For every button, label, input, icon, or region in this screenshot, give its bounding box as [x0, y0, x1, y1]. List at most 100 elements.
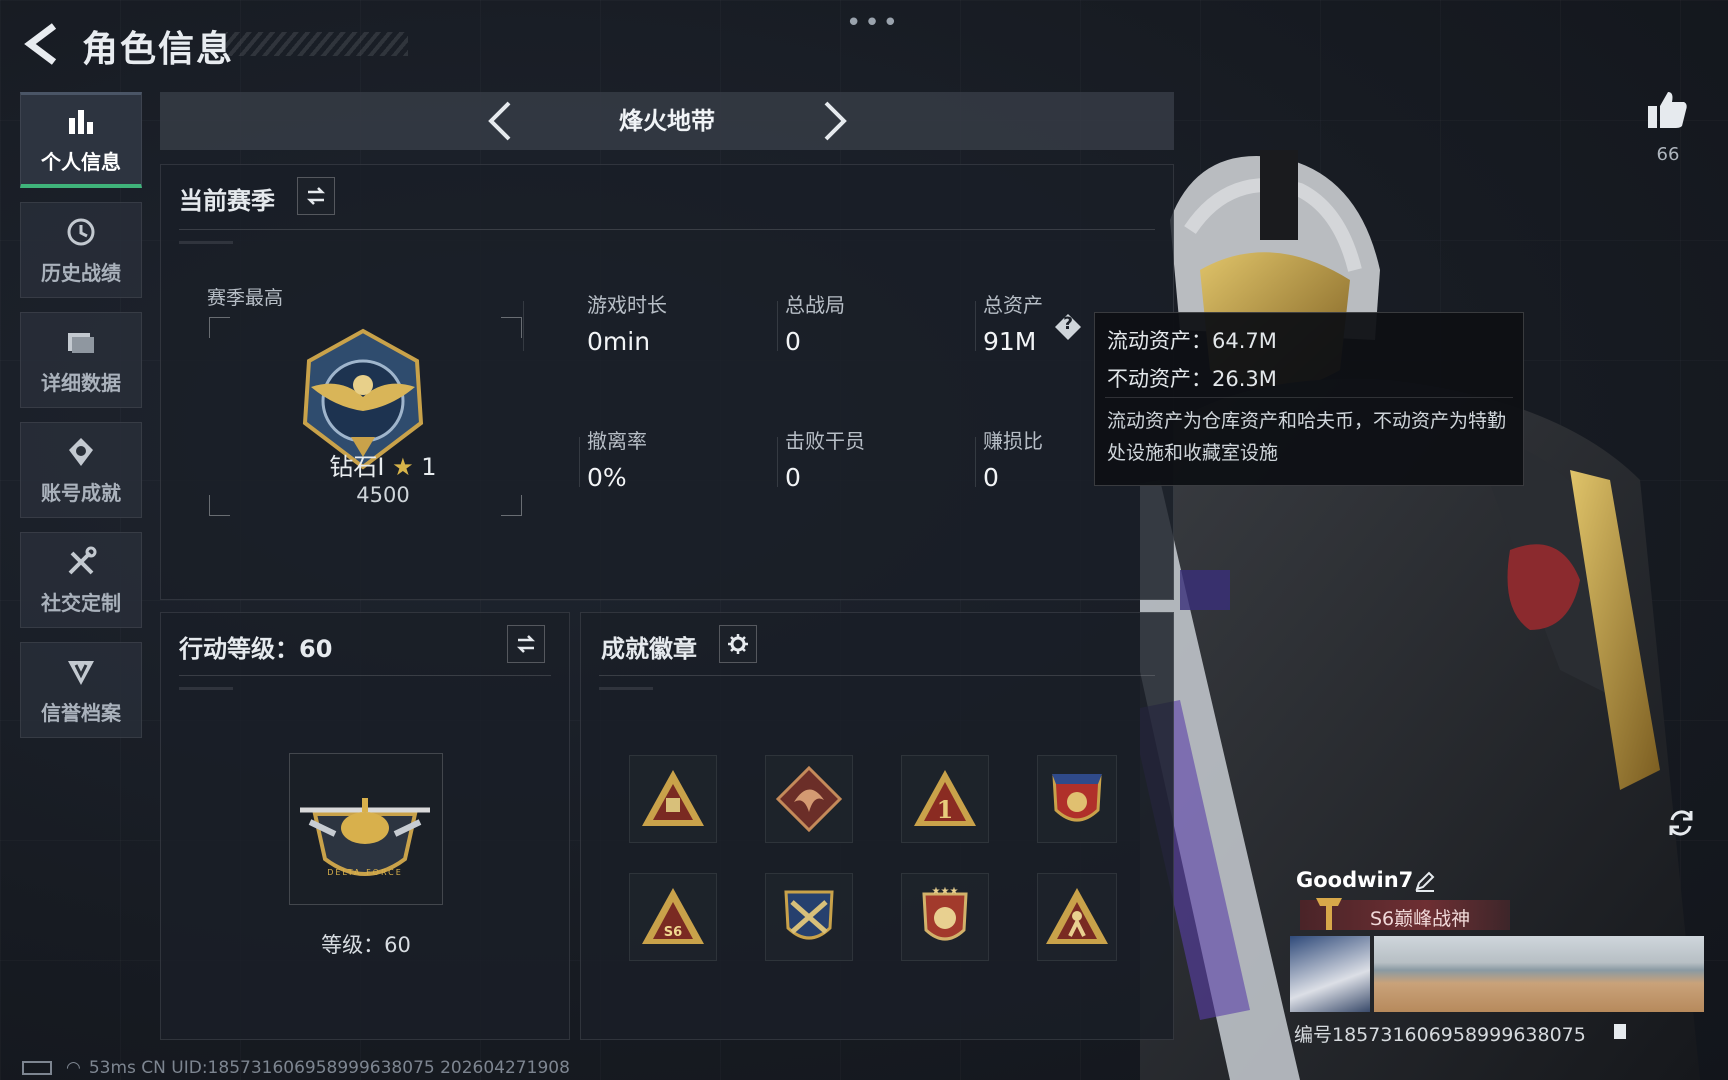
badge-slot[interactable]: S6: [629, 873, 717, 961]
help-glyph: ?: [1063, 314, 1073, 334]
emblem-text: DELTA FORCE: [327, 868, 403, 877]
help-icon[interactable]: ?: [1054, 313, 1082, 341]
achievements-heading: 成就徽章: [601, 635, 697, 663]
badge-slot[interactable]: [1037, 755, 1117, 843]
stat-value: 0: [785, 327, 801, 356]
badge-slot[interactable]: [765, 755, 853, 843]
status-footer: ◠ 53ms CN UID:1857316069589996380​75 2026…: [22, 1058, 570, 1078]
assets-tooltip: 流动资产：64.7M 不动资产：26.3M 流动资产为仓库资产和哈夫币，不动资产…: [1094, 312, 1524, 486]
helicopter-emblem-icon: [300, 798, 430, 876]
badge-slot[interactable]: ★★★: [901, 873, 989, 961]
stat-separator: [777, 301, 778, 351]
stat-value: 0: [785, 463, 801, 492]
badge-slot[interactable]: [765, 873, 853, 961]
badge-slot[interactable]: 1: [901, 755, 989, 843]
shield-star-badge-icon: [1052, 774, 1102, 822]
stat-separator: [579, 437, 580, 487]
rank-points: 4500: [356, 483, 410, 507]
stat-separator: [975, 301, 976, 351]
crossed-guns-badge-icon: [784, 890, 834, 940]
decor-mark: [599, 687, 653, 690]
stat-value: 0min: [587, 327, 651, 356]
liquid-assets: 流动资产：64.7M: [1107, 329, 1277, 353]
refresh-icon[interactable]: [1664, 806, 1698, 840]
frame-corner: [501, 495, 522, 516]
fixed-assets: 不动资产：26.3M: [1107, 367, 1277, 391]
player-uid: 编号1857316069589996380​75: [1294, 1024, 1586, 1046]
level-text: 等级：60: [321, 933, 411, 957]
stat-label: 击败干员: [785, 429, 865, 453]
sidebar-item-achievements[interactable]: 账号成就: [20, 422, 142, 518]
more-menu-icon[interactable]: •••: [846, 8, 901, 38]
achievement-icon: [69, 437, 93, 466]
achievements-settings-button[interactable]: [719, 625, 757, 663]
season-switch-button[interactable]: [297, 177, 335, 215]
sidebar-item-label: 社交定制: [41, 590, 121, 615]
decor-mark: [179, 687, 233, 690]
sidebar-item-social[interactable]: 社交定制: [20, 532, 142, 628]
gear-icon: [728, 634, 748, 654]
badge-s6-text: S6: [664, 925, 682, 940]
action-level-heading: 行动等级：60: [179, 635, 333, 663]
action-level-switch-button[interactable]: [507, 625, 545, 663]
mode-selector: 烽火地带: [160, 92, 1174, 150]
stat-separator: [523, 301, 524, 351]
rank-stars: 1: [421, 453, 437, 481]
stat-separator: [975, 437, 976, 487]
sidebar-item-label: 账号成就: [41, 480, 121, 505]
rank-line: 钻石I ★ 1: [291, 447, 475, 482]
sidebar-item-details[interactable]: 详细数据: [20, 312, 142, 408]
stat-label: 游戏时长: [587, 293, 667, 317]
stat-label: 撤离率: [587, 429, 647, 453]
title-emblem-icon: [1316, 898, 1342, 930]
divider: [179, 229, 1155, 230]
avatar[interactable]: [1290, 936, 1370, 1012]
swap-icon: [306, 187, 326, 205]
copy-icon[interactable]: [1612, 1022, 1630, 1042]
next-mode-arrow-icon[interactable]: [820, 100, 850, 142]
rank-name: 钻石I: [329, 453, 385, 481]
sidebar-item-label: 历史战绩: [41, 260, 121, 285]
stat-value: 0%: [587, 463, 627, 492]
dragon-badge-icon: [775, 765, 843, 833]
sidebar-item-label: 信誉档案: [41, 700, 121, 725]
tooltip-divider: [1105, 397, 1513, 398]
tooltip-description: 流动资产为仓库资产和哈夫币，不动资产为特勤处设施和收藏室设施: [1107, 410, 1507, 464]
sidebar-item-label: 详细数据: [41, 370, 121, 395]
stat-label: 赚损比: [983, 429, 1043, 453]
bar-chart-icon: [69, 110, 93, 134]
history-clock-icon: [67, 218, 95, 245]
player-title: S6巅峰战神: [1370, 908, 1471, 930]
profile-banner: [1374, 936, 1704, 1012]
achievements-panel: 成就徽章 1 S6 ★★★: [580, 612, 1174, 1040]
frame-corner: [209, 317, 230, 338]
season-best-label: 赛季最高: [207, 287, 284, 309]
rank-star-icon: ★: [392, 453, 414, 481]
swap-icon: [516, 635, 536, 653]
current-season-panel: 当前赛季 赛季最高 钻石I ★ 1 4500 游戏时长 0min 总战局 0 总…: [160, 164, 1174, 600]
frame-corner: [209, 495, 230, 516]
title-decoration: [226, 32, 408, 56]
badge-number: 1: [937, 795, 954, 824]
s6-triangle-badge-icon: S6: [642, 888, 704, 944]
badge-slot[interactable]: [629, 755, 717, 843]
sidebar-item-credit[interactable]: 信誉档案: [20, 642, 142, 738]
badge-slot[interactable]: [1037, 873, 1117, 961]
sidebar-item-personal-info[interactable]: 个人信息: [20, 92, 142, 188]
level-emblem-frame: DELTA FORCE: [289, 753, 443, 905]
battery-icon: [22, 1061, 52, 1075]
folder-icon: [68, 332, 94, 353]
edit-pencil-icon[interactable]: [1414, 870, 1436, 892]
action-level-panel: 行动等级：60 DELTA FORCE 等级：60: [160, 612, 570, 1040]
back-arrow-icon[interactable]: [22, 22, 62, 66]
number-one-badge-icon: 1: [914, 770, 976, 826]
frame-corner: [501, 317, 522, 338]
star-shield-badge-icon: ★★★: [922, 886, 968, 941]
stat-value: 0: [983, 463, 999, 492]
stat-label: 总资产: [983, 293, 1043, 317]
climber-badge-icon: [1046, 888, 1108, 944]
player-name: Goodwin7: [1296, 868, 1414, 892]
footer-text: 53ms CN UID:1857316069589996380​75 20260…: [88, 1058, 570, 1078]
thumbs-up-icon[interactable]: [1646, 88, 1690, 132]
sidebar-item-history[interactable]: 历史战绩: [20, 202, 142, 298]
